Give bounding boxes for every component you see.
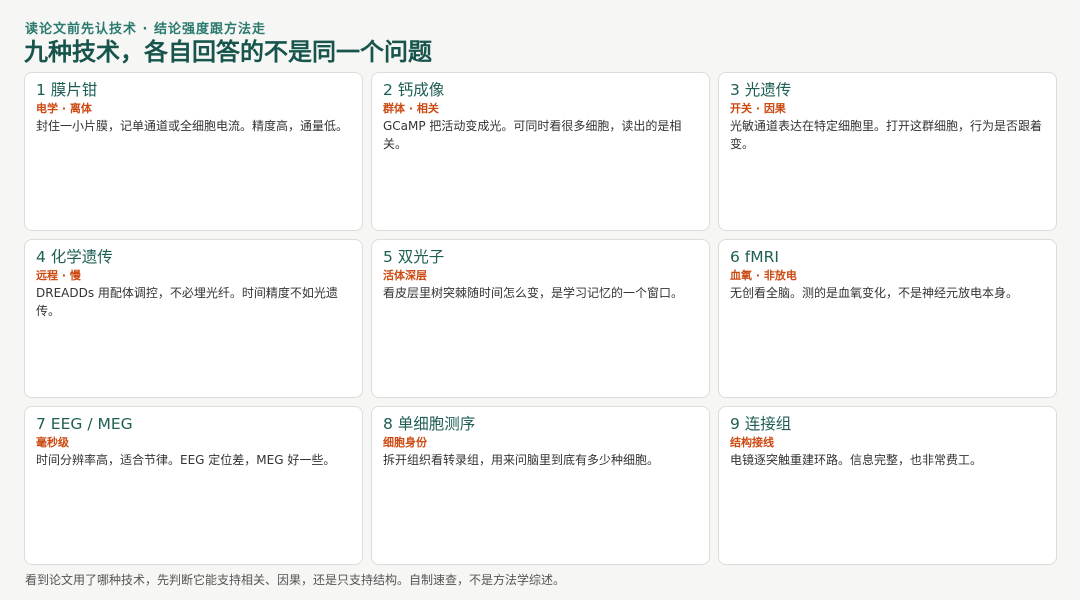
technique-card-chemogenetics: 4 化学遗传 远程 · 慢 DREADDs 用配体调控，不必埋光纤。时间精度不如… — [24, 239, 363, 398]
card-title: 5 双光子 — [383, 248, 445, 266]
card-title: 2 钙成像 — [383, 81, 445, 99]
technique-card-single-cell-seq: 8 单细胞测序 细胞身份 拆开组织看转录组，用来问脑里到底有多少种细胞。 — [371, 406, 710, 565]
technique-card-connectome: 9 连接组 结构接线 电镜逐突触重建环路。信息完整，也非常费工。 — [718, 406, 1057, 565]
card-tag: 开关 · 因果 — [730, 102, 786, 115]
card-description: GCaMP 把活动变成光。可同时看很多细胞，读出的是相关。 — [383, 119, 682, 151]
technique-card-optogenetics: 3 光遗传 开关 · 因果 光敏通道表达在特定细胞里。打开这群细胞，行为是否跟着… — [718, 72, 1057, 231]
card-tag: 群体 · 相关 — [383, 102, 439, 115]
card-description: 封住一小片膜，记单通道或全细胞电流。精度高，通量低。 — [36, 119, 349, 133]
technique-card-patch-clamp: 1 膜片钳 电学 · 离体 封住一小片膜，记单通道或全细胞电流。精度高，通量低。 — [24, 72, 363, 231]
page-title: 九种技术，各自回答的不是同一个问题 — [24, 38, 432, 66]
technique-card-fmri: 6 fMRI 血氧 · 非放电 无创看全脑。测的是血氧变化，不是神经元放电本身。 — [718, 239, 1057, 398]
card-title: 3 光遗传 — [730, 81, 792, 99]
technique-card-calcium-imaging: 2 钙成像 群体 · 相关 GCaMP 把活动变成光。可同时看很多细胞，读出的是… — [371, 72, 710, 231]
technique-card-eeg-meg: 7 EEG / MEG 毫秒级 时间分辨率高，适合节律。EEG 定位差，MEG … — [24, 406, 363, 565]
card-description: DREADDs 用配体调控，不必埋光纤。时间精度不如光遗传。 — [36, 286, 338, 318]
card-tag: 毫秒级 — [36, 436, 69, 449]
card-tag: 结构接线 — [730, 436, 774, 449]
card-description: 无创看全脑。测的是血氧变化，不是神经元放电本身。 — [730, 286, 1019, 300]
card-tag: 活体深层 — [383, 269, 427, 282]
card-tag: 电学 · 离体 — [36, 102, 92, 115]
card-description: 时间分辨率高，适合节律。EEG 定位差，MEG 好一些。 — [36, 453, 336, 467]
card-tag: 血氧 · 非放电 — [730, 269, 797, 282]
card-description: 看皮层里树突棘随时间怎么变，是学习记忆的一个窗口。 — [383, 286, 684, 300]
card-title: 1 膜片钳 — [36, 81, 98, 99]
technique-card-two-photon: 5 双光子 活体深层 看皮层里树突棘随时间怎么变，是学习记忆的一个窗口。 — [371, 239, 710, 398]
card-tag: 细胞身份 — [383, 436, 427, 449]
card-title: 4 化学遗传 — [36, 248, 113, 266]
card-description: 拆开组织看转录组，用来问脑里到底有多少种细胞。 — [383, 453, 660, 467]
card-title: 7 EEG / MEG — [36, 415, 133, 433]
card-tag: 远程 · 慢 — [36, 269, 81, 282]
card-title: 6 fMRI — [730, 248, 779, 266]
card-description: 光敏通道表达在特定细胞里。打开这群细胞，行为是否跟着变。 — [730, 119, 1043, 151]
card-title: 9 连接组 — [730, 415, 792, 433]
card-description: 电镜逐突触重建环路。信息完整，也非常费工。 — [730, 453, 983, 467]
technique-grid: 1 膜片钳 电学 · 离体 封住一小片膜，记单通道或全细胞电流。精度高，通量低。… — [24, 72, 1057, 565]
card-title: 8 单细胞测序 — [383, 415, 476, 433]
footer-note: 看到论文用了哪种技术，先判断它能支持相关、因果，还是只支持结构。自制速查，不是方… — [25, 573, 566, 587]
